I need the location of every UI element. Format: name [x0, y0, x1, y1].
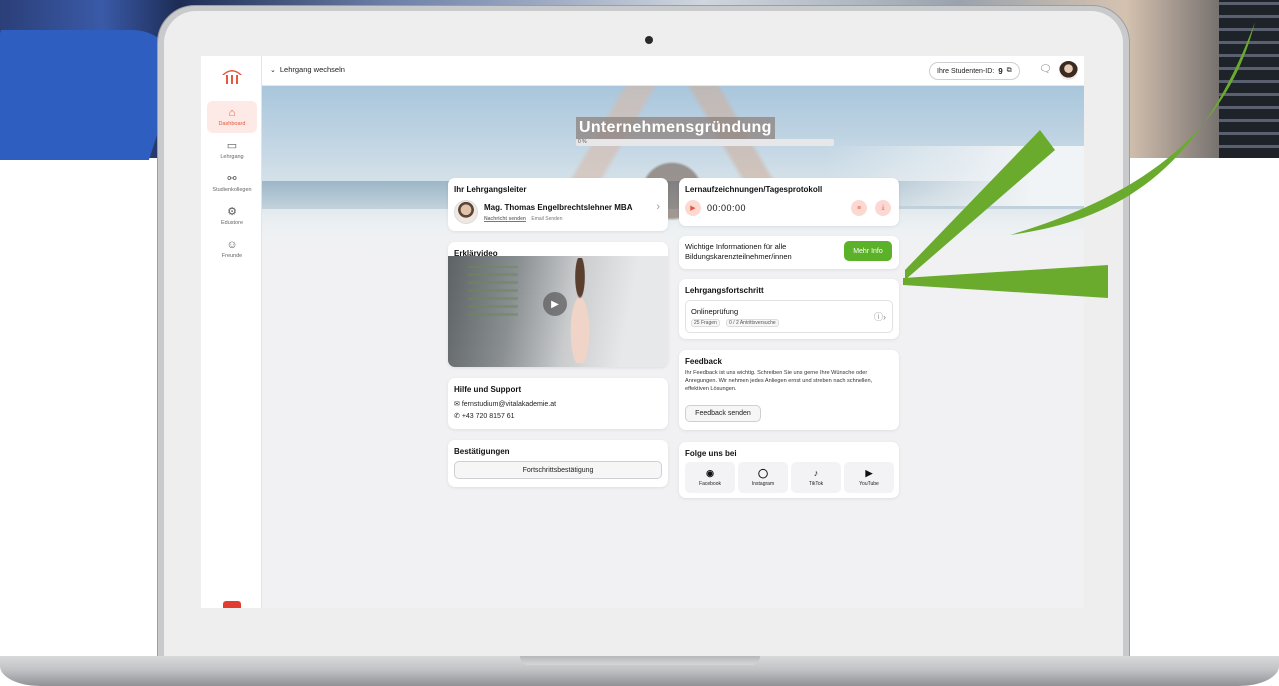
cart-icon: ⚙ [227, 206, 237, 218]
social-label: YouTube [859, 481, 879, 487]
copy-icon[interactable]: ⧉ [1007, 67, 1012, 75]
progress-confirmation-button[interactable]: Fortschrittsbestätigung [454, 461, 662, 479]
app-screen: ⌂ Dashboard ▭ Lehrgang ⚯ Studienkollegen… [201, 56, 1084, 608]
sidebar-item-label: Lehrgang [220, 154, 244, 160]
chevron-down-icon: ⌄ [270, 66, 276, 74]
leader-card: Ihr Lehrgangsleiter Mag. Thomas Engelbre… [448, 178, 668, 231]
leader-card-title: Ihr Lehrgangsleiter [454, 185, 527, 194]
social-label: Facebook [699, 481, 721, 487]
phone-icon: ✆ [454, 413, 460, 420]
facebook-icon: ◉ [706, 468, 714, 478]
student-id-label: Ihre Studenten-ID: [937, 67, 995, 75]
sidebar-item-freunde[interactable]: ☺ Freunde [207, 233, 257, 265]
recording-card: Lernaufzeichnungen/Tagesprotokoll ▶ 00:0… [679, 178, 899, 226]
recording-card-title: Lernaufzeichnungen/Tagesprotokoll [685, 185, 823, 194]
social-links: ◉ Facebook ◯ Instagram ♪ TikTok ▶ YouTub… [685, 462, 894, 493]
exam-title: Onlineprüfung [691, 307, 739, 316]
logo-icon[interactable] [221, 66, 243, 86]
social-card: Folge uns bei ◉ Facebook ◯ Instagram ♪ T… [679, 442, 899, 498]
video-card: Erklärvideo ▶ [448, 242, 668, 367]
laptop-notch [520, 656, 760, 665]
more-info-button[interactable]: Mehr Info [844, 241, 892, 261]
leader-name: Mag. Thomas Engelbrechtslehner MBA [484, 203, 633, 212]
info-chevron-icon[interactable]: ⓘ› [874, 310, 886, 323]
send-email-link[interactable]: Email Senden [531, 216, 562, 222]
download-icon[interactable]: ⤓ [875, 200, 891, 216]
sidebar: ⌂ Dashboard ▭ Lehrgang ⚯ Studienkollegen… [201, 56, 262, 608]
progress-card: Lehrgangsfortschritt Onlineprüfung 25 Fr… [679, 279, 899, 339]
info-text: Wichtige Informationen für alle Bildungs… [685, 242, 792, 262]
exam-item[interactable]: Onlineprüfung 25 Fragen 0 / 2 Antrittsve… [685, 300, 893, 333]
folder-icon: ▭ [226, 140, 238, 152]
recording-timer: 00:00:00 [707, 203, 747, 213]
sidebar-item-dashboard[interactable]: ⌂ Dashboard [207, 101, 257, 133]
leader-avatar [454, 200, 478, 224]
student-id-badge[interactable]: Ihre Studenten-ID: 9 ⧉ [929, 62, 1020, 80]
video-thumbnail[interactable]: ▶ [448, 256, 668, 367]
questions-badge: 25 Fragen [691, 319, 720, 327]
youtube-icon: ▶ [865, 468, 873, 478]
sidebar-footer-badge[interactable] [223, 601, 241, 608]
record-play-icon[interactable]: ▶ [685, 200, 701, 216]
users-icon: ⚯ [227, 173, 237, 185]
course-title: Unternehmensgründung [576, 117, 775, 139]
info-text-line1: Wichtige Informationen für alle [685, 242, 787, 251]
attempts-badge: 0 / 2 Antrittsversuche [726, 319, 779, 327]
feedback-text: Ihr Feedback ist uns wichtig. Schreiben … [685, 370, 873, 392]
sidebar-item-label: Dashboard [218, 121, 246, 127]
camera-icon [645, 36, 653, 44]
play-icon[interactable]: ▶ [543, 292, 567, 316]
chat-icon[interactable]: 🗨 [1039, 64, 1052, 75]
sidebar-item-label: Freunde [221, 253, 243, 259]
video-plant-decor [468, 266, 518, 316]
send-feedback-button[interactable]: Feedback senden [685, 405, 761, 422]
avatar[interactable] [1059, 61, 1078, 80]
instagram-icon: ◯ [757, 468, 769, 478]
social-label: TikTok [808, 481, 824, 487]
student-id-value: 9 [998, 66, 1003, 76]
feedback-card-title: Feedback [685, 357, 722, 366]
mail-icon: ✉ [454, 401, 460, 408]
social-card-title: Folge uns bei [685, 449, 737, 458]
hero-banner: Unternehmensgründung 0 % [262, 86, 1084, 256]
support-email[interactable]: ✉ fernstudium@vitalakademie.at [454, 400, 556, 408]
confirm-card: Bestätigungen Fortschrittsbestätigung [448, 440, 668, 487]
home-icon: ⌂ [228, 107, 236, 119]
instagram-link[interactable]: ◯ Instagram [738, 462, 788, 493]
confirm-card-title: Bestätigungen [454, 447, 510, 456]
sidebar-item-edustore[interactable]: ⚙ Edustore [207, 200, 257, 232]
progress-card-title: Lehrgangsfortschritt [685, 286, 764, 295]
course-progress-text: 0 % [578, 139, 587, 145]
send-message-link[interactable]: Nachricht senden [484, 216, 526, 222]
background-keyboard [1219, 0, 1279, 158]
sidebar-item-studienkollegen[interactable]: ⚯ Studienkollegen [207, 167, 257, 199]
feedback-card: Feedback Ihr Feedback ist uns wichtig. S… [679, 350, 899, 430]
course-switch-button[interactable]: ⌄ Lehrgang wechseln [270, 65, 345, 74]
support-phone[interactable]: ✆ +43 720 8157 61 [454, 412, 515, 420]
support-phone-text: +43 720 8157 61 [461, 413, 515, 420]
video-card-title: Erklärvideo [454, 249, 498, 258]
friends-icon: ☺ [226, 239, 238, 251]
social-label: Instagram [751, 481, 775, 487]
support-email-text: fernstudium@vitalakademie.at [461, 401, 557, 408]
laptop-mockup-scene: ⌂ Dashboard ▭ Lehrgang ⚯ Studienkollegen… [0, 0, 1279, 686]
topbar: ⌄ Lehrgang wechseln Ihre Studenten-ID: 9… [262, 56, 1084, 86]
facebook-link[interactable]: ◉ Facebook [685, 462, 735, 493]
list-icon[interactable]: ≡ [851, 200, 867, 216]
youtube-link[interactable]: ▶ YouTube [844, 462, 894, 493]
support-card-title: Hilfe und Support [454, 385, 522, 394]
tiktok-icon: ♪ [813, 468, 819, 478]
course-switch-label: Lehrgang wechseln [279, 65, 345, 74]
tiktok-link[interactable]: ♪ TikTok [791, 462, 841, 493]
info-card: Wichtige Informationen für alle Bildungs… [679, 236, 899, 269]
sidebar-item-label: Edustore [220, 220, 243, 226]
sidebar-item-lehrgang[interactable]: ▭ Lehrgang [207, 134, 257, 166]
video-person [560, 258, 600, 363]
sidebar-item-label: Studienkollegen [212, 187, 252, 193]
course-progress-bar: 0 % [576, 139, 834, 146]
support-card: Hilfe und Support ✉ fernstudium@vitalaka… [448, 378, 668, 429]
info-text-line2: Bildungskarenzteilnehmer/innen [685, 252, 792, 261]
chevron-right-icon[interactable]: › [656, 201, 660, 213]
